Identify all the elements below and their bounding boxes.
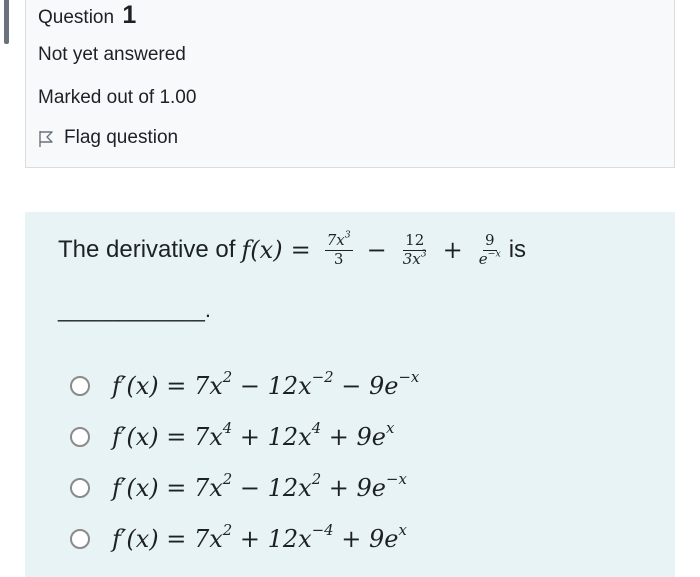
answer-option-label: f′(x) = 7x2 − 12x2 + 9e−x — [112, 469, 407, 502]
question-prefix: The derivative of — [58, 236, 236, 264]
question-suffix: is — [508, 236, 527, 264]
function-fx: f(x) — [241, 236, 283, 265]
answer-option-1[interactable]: f′(x) = 7x2 − 12x−2 − 9e−x — [70, 360, 419, 411]
flag-question-label: Flag question — [64, 127, 179, 148]
fraction-1: 7x3 3 — [324, 229, 353, 268]
radio-button[interactable] — [70, 375, 90, 396]
question-number: 1 — [122, 1, 137, 29]
question-state: Not yet answered — [38, 44, 186, 65]
answer-option-label: f′(x) = 7x4 + 12x4 + 9ex — [112, 418, 395, 451]
question-grade: Marked out of 1.00 — [38, 87, 197, 108]
radio-button[interactable] — [70, 426, 90, 447]
question-heading: Question 1 — [38, 1, 136, 30]
quiz-page: Question 1 Not yet answered Marked out o… — [0, 0, 700, 577]
flag-icon — [39, 131, 53, 147]
question-text: The derivative of f(x) = 7x3 3 − 12 3x3 … — [58, 229, 527, 268]
question-info-box: Question 1 Not yet answered Marked out o… — [25, 0, 675, 168]
answer-option-label: f′(x) = 7x2 − 12x−2 − 9e−x — [112, 367, 420, 400]
question-word: Question — [38, 7, 115, 28]
answer-option-3[interactable]: f′(x) = 7x2 − 12x2 + 9e−x — [70, 462, 419, 513]
answer-option-label: f′(x) = 7x2 + 12x−4 + 9ex — [112, 520, 407, 553]
navigation-indicator-bar — [4, 0, 9, 44]
minus-sign: − — [366, 236, 387, 265]
fraction-2: 12 3x3 — [401, 232, 429, 268]
radio-button[interactable] — [70, 528, 90, 549]
fraction-1-denominator: 3 — [333, 249, 344, 268]
equals-sign: = — [290, 236, 311, 265]
answer-blank: ____________. — [58, 297, 211, 322]
answer-options: f′(x) = 7x2 − 12x−2 − 9e−x f′(x) = 7x4 +… — [70, 360, 419, 564]
radio-button[interactable] — [70, 477, 90, 498]
fraction-2-denominator: 3x3 — [402, 248, 427, 268]
answer-option-2[interactable]: f′(x) = 7x4 + 12x4 + 9ex — [70, 411, 419, 462]
question-formulation: The derivative of f(x) = 7x3 3 − 12 3x3 … — [25, 212, 675, 577]
fraction-3: 9 e−x — [477, 232, 503, 268]
flag-question-button[interactable]: Flag question — [38, 127, 178, 149]
fraction-3-denominator: e−x — [478, 248, 501, 268]
answer-option-4[interactable]: f′(x) = 7x2 + 12x−4 + 9ex — [70, 513, 419, 564]
fraction-1-numerator: 7x3 — [324, 229, 353, 251]
plus-sign: + — [442, 236, 463, 265]
